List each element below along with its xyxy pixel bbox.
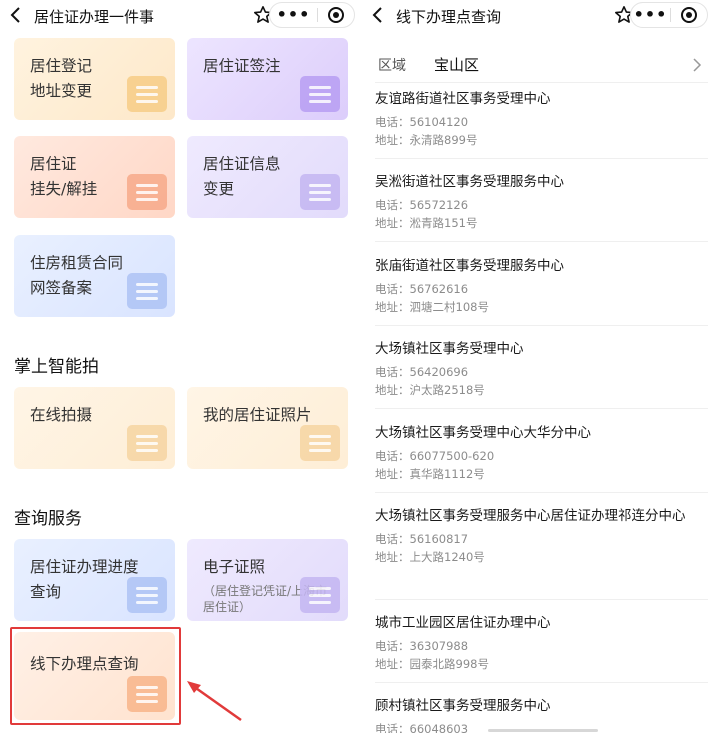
office-query-screen: 线下办理点查询 ••• 区域 宝山区 友谊路街道社区事务受理中心 电话：5610… — [362, 0, 708, 733]
nav-bar: 线下办理点查询 ••• — [362, 0, 708, 30]
card-progress-query[interactable]: 居住证办理进度 查询 — [14, 539, 175, 621]
card-address-change[interactable]: 居住登记 地址变更 — [14, 38, 175, 120]
image-icon — [300, 425, 340, 461]
chevron-left-icon[interactable] — [8, 5, 24, 25]
page-title: 居住证办理一件事 — [34, 6, 154, 27]
divider — [375, 82, 708, 83]
swap-doc-icon — [127, 76, 167, 112]
office-phone: 电话：36307988 — [375, 637, 708, 655]
card-rental-contract[interactable]: 住房租赁合同 网签备案 — [14, 235, 175, 317]
office-name: 城市工业园区居住证办理中心 — [375, 610, 708, 637]
card-info-change[interactable]: 居住证信息 变更 — [187, 136, 348, 218]
page-title: 线下办理点查询 — [396, 6, 501, 27]
office-item[interactable]: 大场镇社区事务受理服务中心居住证办理祁连分中心 电话：56160817 地址：上… — [375, 503, 708, 566]
office-item[interactable]: 张庙街道社区事务受理服务中心 电话：56762616 地址：泗塘二村108号 — [375, 253, 708, 316]
office-item[interactable]: 大场镇社区事务受理中心大华分中心 电话：66077500-620 地址：真华路1… — [375, 420, 708, 483]
card-label: 居住证办理进度 查询 — [30, 555, 139, 605]
card-label: 在线拍摄 — [30, 403, 92, 428]
section-title-query: 查询服务 — [14, 504, 82, 529]
office-address: 地址：沪太路2518号 — [375, 381, 708, 399]
office-name: 吴淞街道社区事务受理服务中心 — [375, 169, 708, 196]
card-label: 住房租赁合同 网签备案 — [30, 251, 123, 301]
card-my-photo[interactable]: 我的居住证照片 — [187, 387, 348, 469]
camera-icon — [127, 425, 167, 461]
server-list-icon — [127, 577, 167, 613]
office-address: 地址：泗塘二村108号 — [375, 298, 708, 316]
office-item[interactable]: 顾村镇社区事务受理服务中心 电话：66048603 — [375, 693, 708, 733]
mini-program-capsule: ••• — [630, 2, 708, 28]
more-dots-icon[interactable]: ••• — [270, 3, 317, 27]
office-item[interactable]: 大场镇社区事务受理中心 电话：56420696 地址：沪太路2518号 — [375, 336, 708, 399]
divider — [375, 241, 708, 242]
card-label: 居住登记 地址变更 — [30, 54, 92, 104]
service-menu-screen: 居住证办理一件事 ••• 居住登记 地址变更 居住证签注 居住证 挂失/解挂 居… — [0, 0, 357, 733]
office-name: 大场镇社区事务受理中心 — [375, 336, 708, 363]
divider — [375, 408, 708, 409]
chevron-left-icon[interactable] — [370, 5, 386, 25]
card-offline-office-query[interactable]: 线下办理点查询 — [14, 632, 175, 720]
location-pin-icon — [127, 676, 167, 712]
office-phone: 电话：56572126 — [375, 196, 708, 214]
divider — [375, 492, 708, 493]
card-label: 居住证签注 — [203, 54, 281, 79]
card-e-certificate[interactable]: 电子证照 （居住登记凭证/上海市 居住证） — [187, 539, 348, 621]
office-phone: 电话：56160817 — [375, 530, 708, 548]
edit-doc-icon — [300, 76, 340, 112]
region-selector[interactable]: 区域 宝山区 — [362, 52, 708, 78]
office-name: 张庙街道社区事务受理服务中心 — [375, 253, 708, 280]
office-name: 大场镇社区事务受理中心大华分中心 — [375, 420, 708, 447]
region-label: 区域 — [378, 55, 406, 75]
close-button[interactable] — [318, 3, 354, 27]
office-phone: 电话：66077500-620 — [375, 447, 708, 465]
record-circle-icon — [328, 7, 344, 23]
office-name: 顾村镇社区事务受理服务中心 — [375, 693, 708, 720]
card-label: 居住证 挂失/解挂 — [30, 152, 97, 202]
more-dots-icon[interactable]: ••• — [631, 3, 670, 27]
close-button[interactable] — [671, 3, 707, 27]
divider — [375, 158, 708, 159]
chevron-right-icon — [692, 57, 702, 73]
office-phone: 电话：56762616 — [375, 280, 708, 298]
card-block-icon — [127, 174, 167, 210]
office-address: 地址：永清路899号 — [375, 131, 708, 149]
section-title-photo: 掌上智能拍 — [14, 352, 99, 377]
office-item[interactable]: 城市工业园区居住证办理中心 电话：36307988 地址：园泰北路998号 — [375, 610, 708, 673]
card-label: 线下办理点查询 — [30, 652, 139, 677]
card-label: 电子证照 — [203, 555, 265, 580]
mini-program-capsule: ••• — [269, 2, 355, 28]
office-address: 地址：上大路1240号 — [375, 548, 708, 566]
divider — [375, 325, 708, 326]
card-label: 居住证信息 变更 — [203, 152, 281, 202]
office-phone: 电话：56104120 — [375, 113, 708, 131]
nav-bar: 居住证办理一件事 ••• — [0, 0, 357, 30]
record-circle-icon — [681, 7, 697, 23]
card-label: 我的居住证照片 — [203, 403, 312, 428]
office-item[interactable]: 吴淞街道社区事务受理服务中心 电话：56572126 地址：淞青路151号 — [375, 169, 708, 232]
divider — [375, 599, 708, 600]
contract-star-icon — [127, 273, 167, 309]
office-address: 地址：园泰北路998号 — [375, 655, 708, 673]
card-endorsement[interactable]: 居住证签注 — [187, 38, 348, 120]
region-value: 宝山区 — [434, 54, 479, 75]
scrollbar[interactable] — [488, 729, 598, 732]
office-phone: 电话：56420696 — [375, 363, 708, 381]
office-address: 地址：真华路1112号 — [375, 465, 708, 483]
card-online-photo[interactable]: 在线拍摄 — [14, 387, 175, 469]
divider — [375, 682, 708, 683]
card-report-loss[interactable]: 居住证 挂失/解挂 — [14, 136, 175, 218]
office-item[interactable]: 友谊路街道社区事务受理中心 电话：56104120 地址：永清路899号 — [375, 86, 708, 149]
office-address: 地址：淞青路151号 — [375, 214, 708, 232]
office-name: 大场镇社区事务受理服务中心居住证办理祁连分中心 — [375, 503, 708, 530]
office-name: 友谊路街道社区事务受理中心 — [375, 86, 708, 113]
annotation-arrow-icon — [183, 676, 247, 726]
building-icon — [300, 577, 340, 613]
refresh-doc-icon — [300, 174, 340, 210]
